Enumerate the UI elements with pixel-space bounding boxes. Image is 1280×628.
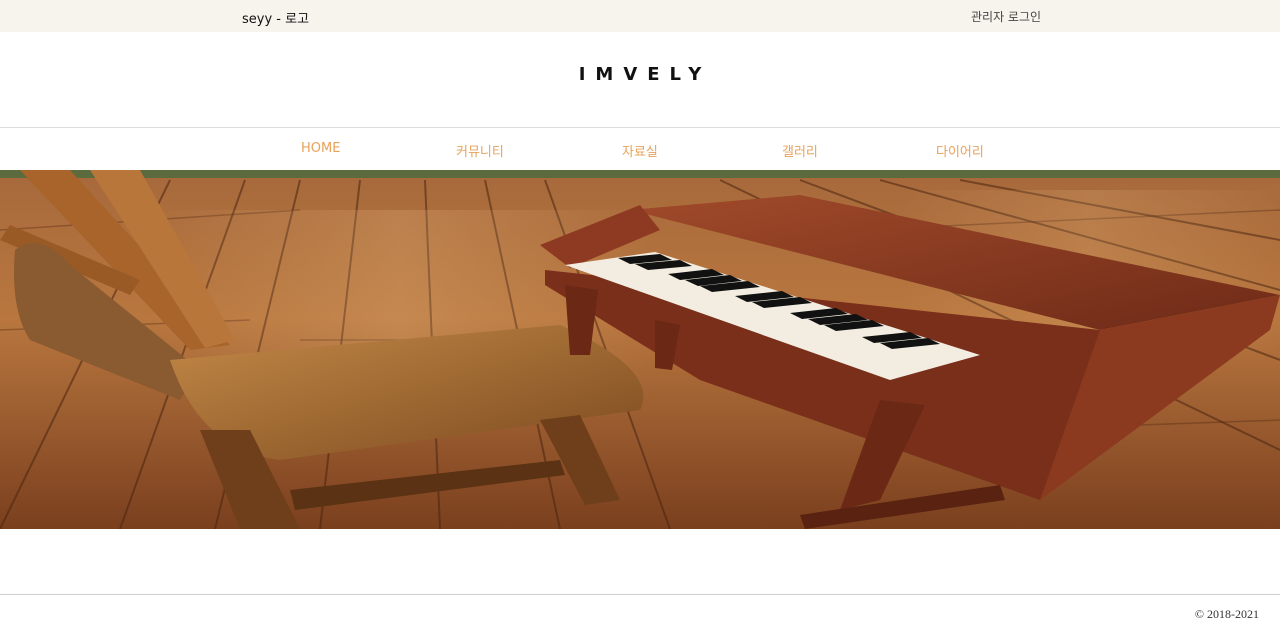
admin-login-link[interactable]: 관리자 로그인	[971, 8, 1041, 25]
nav-item-home[interactable]: HOME	[301, 141, 340, 156]
top-bar: seyy - 로고 관리자 로그인	[0, 0, 1280, 32]
hero-photo-illustration	[0, 170, 1280, 529]
site-logo[interactable]: IMVELY	[0, 64, 1280, 85]
main-nav: HOME 커뮤니티 자료실 갤러리 다이어리	[0, 129, 1280, 170]
footer: © 2018-2021	[0, 594, 1280, 628]
hero-image	[0, 170, 1280, 529]
site-home-link[interactable]: seyy - 로고	[242, 8, 309, 27]
nav-item-archive[interactable]: 자료실	[622, 141, 658, 160]
nav-item-diary[interactable]: 다이어리	[936, 141, 984, 160]
nav-item-community[interactable]: 커뮤니티	[456, 141, 504, 160]
copyright-text: © 2018-2021	[1194, 607, 1259, 621]
nav-item-gallery[interactable]: 갤러리	[782, 141, 818, 160]
header: IMVELY	[0, 32, 1280, 128]
